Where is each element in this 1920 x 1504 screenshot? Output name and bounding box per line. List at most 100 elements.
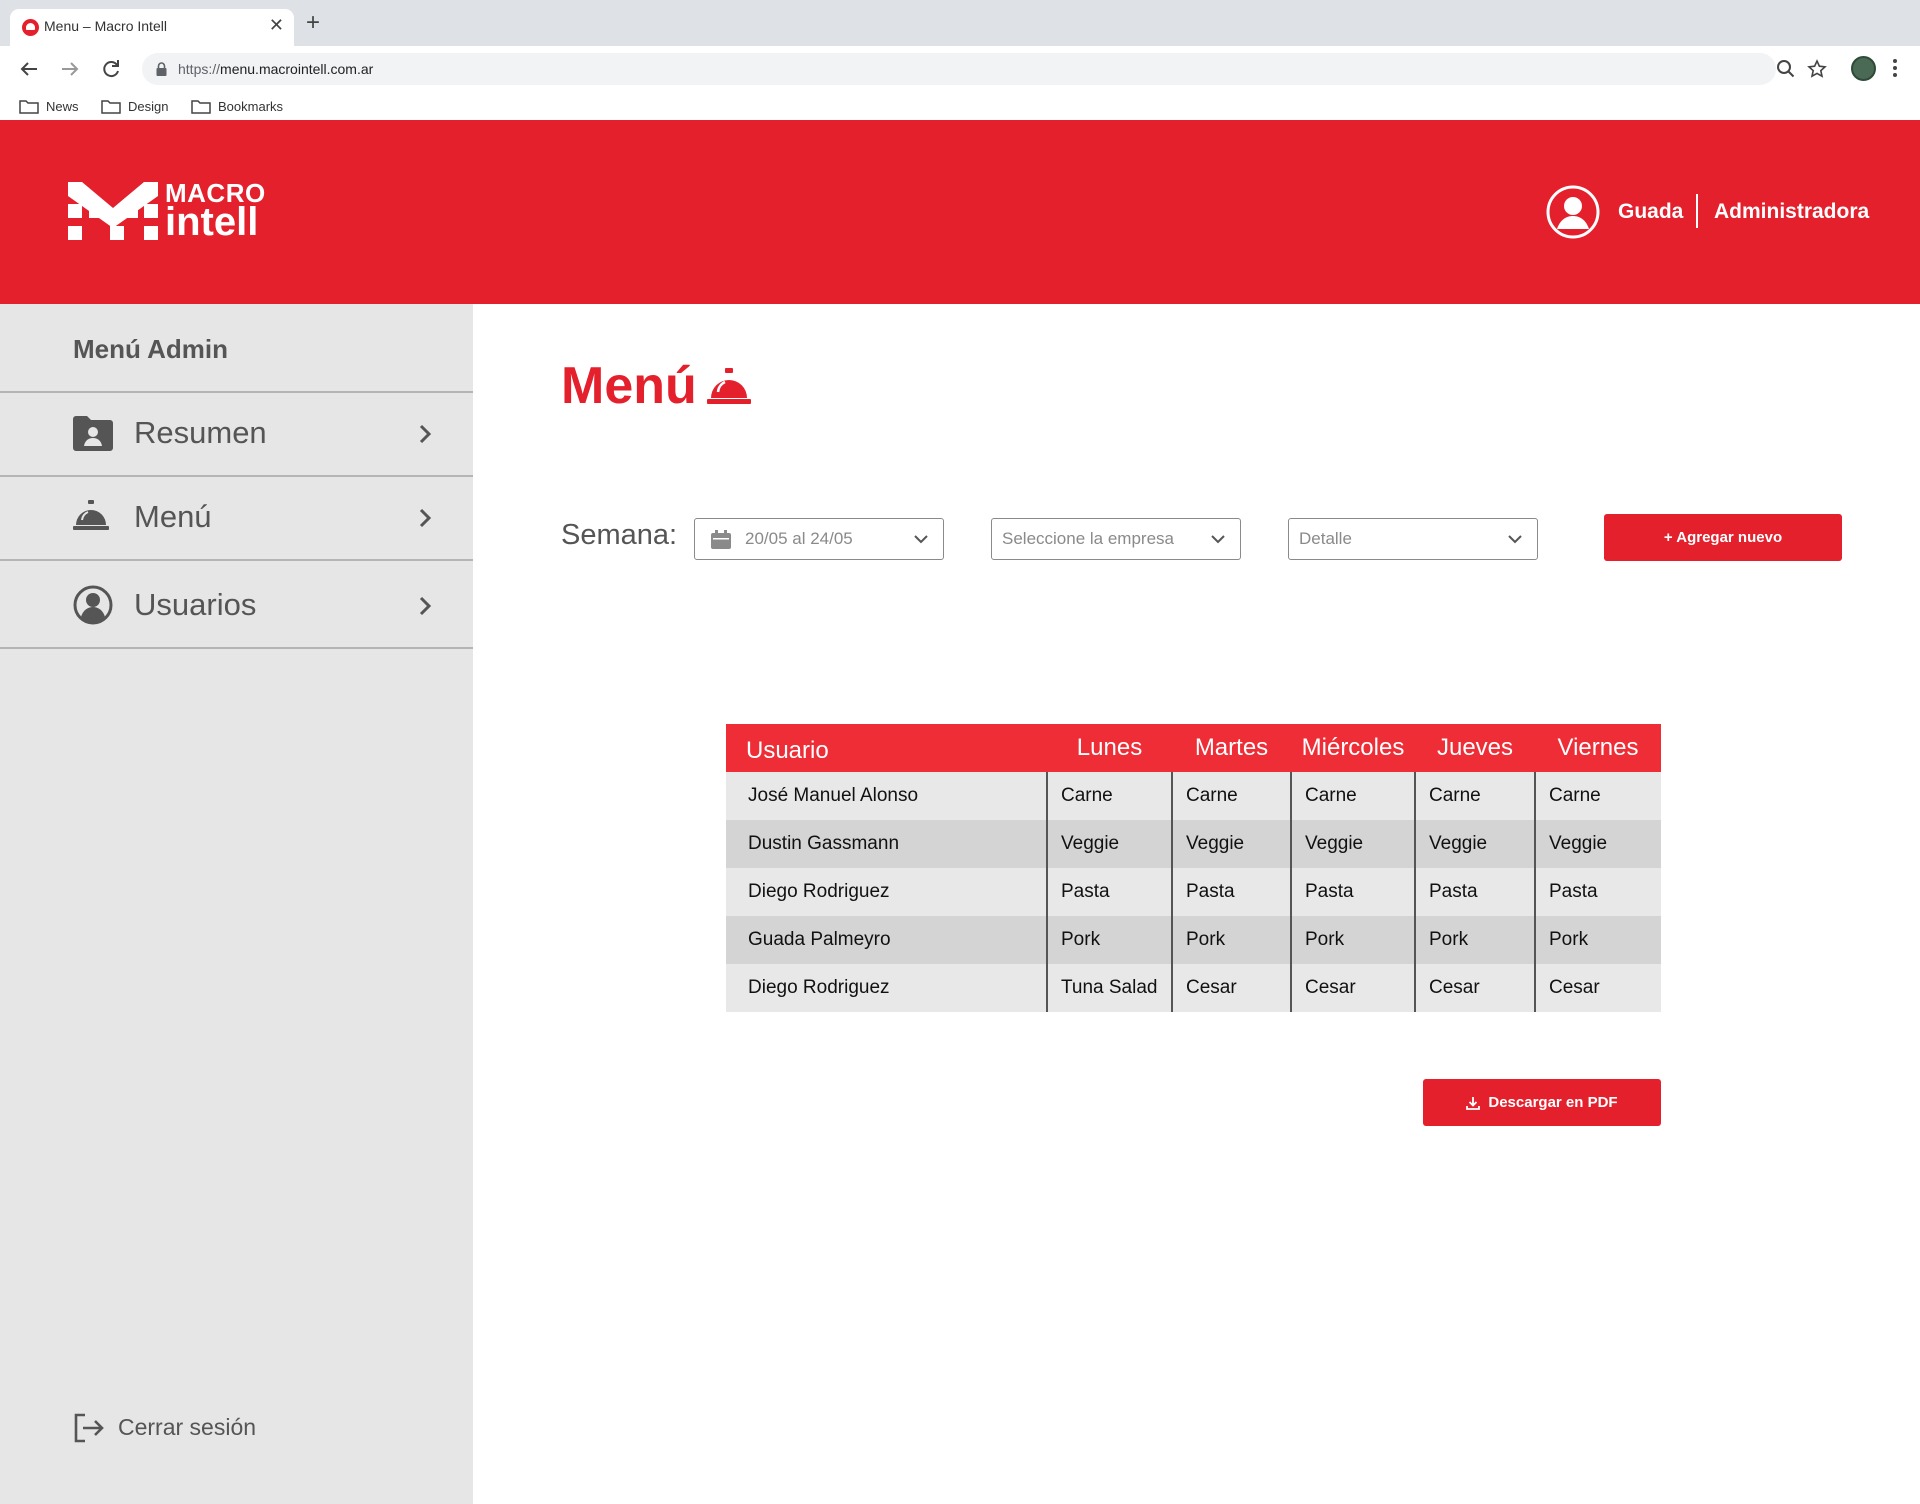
- table-row: José Manuel Alonso Carne Carne Carne Car…: [726, 772, 1661, 820]
- sidebar-item-label: Resumen: [134, 415, 267, 450]
- sidebar-item-label: Usuarios: [134, 587, 257, 622]
- calendar-icon: [711, 530, 731, 554]
- add-new-button[interactable]: + Agregar nuevo: [1604, 514, 1842, 561]
- browser-tab-bar: Menu – Macro Intell ✕ +: [0, 0, 1920, 46]
- user-avatar-icon[interactable]: [1546, 185, 1600, 244]
- column-header-viernes: Viernes: [1535, 724, 1661, 772]
- menu-table: Usuario Lunes Martes Miércoles Jueves Vi…: [726, 724, 1661, 1012]
- table-cell: Pasta: [1534, 868, 1661, 916]
- sidebar-item-menu[interactable]: Menú: [0, 477, 473, 559]
- table-cell: Cesar: [1290, 964, 1415, 1012]
- favicon-icon: [22, 19, 39, 36]
- table-cell: Carne: [1414, 772, 1535, 820]
- sidebar: Menú Admin Resumen Menú Usuarios Cerrar …: [0, 304, 473, 1504]
- table-cell: Diego Rodriguez: [726, 964, 1047, 1012]
- user-circle-icon: [73, 585, 113, 630]
- logout-label: Cerrar sesión: [118, 1414, 257, 1440]
- profile-avatar-icon[interactable]: [1851, 56, 1876, 81]
- table-cell: Veggie: [1046, 820, 1172, 868]
- column-header-martes: Martes: [1172, 724, 1291, 772]
- sidebar-title: Menú Admin: [73, 334, 229, 364]
- table-cell: Dustin Gassmann: [726, 820, 1047, 868]
- column-header-miercoles: Miércoles: [1291, 724, 1415, 772]
- user-role: Administradora: [1714, 200, 1870, 223]
- detail-select-placeholder: Detalle: [1299, 529, 1352, 548]
- bookmark-bookmarks[interactable]: Bookmarks: [191, 96, 283, 116]
- table-cell: Carne: [1171, 772, 1291, 820]
- table-cell: Cesar: [1414, 964, 1535, 1012]
- sidebar-item-resumen[interactable]: Resumen: [0, 393, 473, 475]
- table-row: Diego Rodriguez Pasta Pasta Pasta Pasta …: [726, 868, 1661, 916]
- detail-select[interactable]: Detalle: [1288, 518, 1538, 560]
- new-tab-icon[interactable]: +: [306, 11, 320, 35]
- star-icon[interactable]: [1807, 59, 1827, 84]
- service-bell-icon: [707, 367, 751, 410]
- table-row: Diego Rodriguez Tuna Salad Cesar Cesar C…: [726, 964, 1661, 1012]
- bookmark-news[interactable]: News: [19, 96, 79, 116]
- chevron-down-icon: [913, 532, 929, 550]
- table-cell: Cesar: [1534, 964, 1661, 1012]
- page-title: Menú: [561, 357, 697, 415]
- table-cell: Cesar: [1171, 964, 1291, 1012]
- table-row: Guada Palmeyro Pork Pork Pork Pork Pork: [726, 916, 1661, 964]
- app-header: MACRO intell Guada Administradora: [0, 120, 1920, 304]
- sidebar-item-label: Menú: [134, 499, 212, 534]
- service-bell-icon: [73, 499, 109, 536]
- folder-user-icon: [73, 415, 113, 456]
- column-header-usuario: Usuario: [726, 724, 1047, 772]
- reload-icon[interactable]: [96, 54, 126, 84]
- table-cell: Pork: [1414, 916, 1535, 964]
- table-cell: Diego Rodriguez: [726, 868, 1047, 916]
- user-divider: [1696, 194, 1698, 228]
- table-cell: Veggie: [1414, 820, 1535, 868]
- week-label: Semana:: [561, 519, 678, 551]
- more-menu-icon[interactable]: [1892, 58, 1898, 83]
- company-select[interactable]: Seleccione la empresa: [991, 518, 1241, 560]
- table-cell: Veggie: [1290, 820, 1415, 868]
- back-arrow-icon[interactable]: [14, 54, 44, 84]
- table-cell: Pasta: [1414, 868, 1535, 916]
- chevron-right-icon: [418, 595, 432, 622]
- table-row: Dustin Gassmann Veggie Veggie Veggie Veg…: [726, 820, 1661, 868]
- browser-tab[interactable]: Menu – Macro Intell ✕: [10, 9, 294, 46]
- table-cell: Pork: [1046, 916, 1172, 964]
- tab-title: Menu – Macro Intell: [44, 18, 167, 34]
- download-pdf-button[interactable]: Descargar en PDF: [1423, 1079, 1661, 1126]
- folder-icon: [19, 99, 39, 114]
- logo-text-intell: intell: [165, 200, 259, 244]
- chevron-right-icon: [418, 423, 432, 450]
- bookmarks-bar: News Design Bookmarks: [0, 92, 1920, 120]
- close-tab-icon[interactable]: ✕: [269, 15, 284, 35]
- forward-arrow-icon[interactable]: [55, 54, 85, 84]
- bookmark-design[interactable]: Design: [101, 96, 168, 116]
- address-bar[interactable]: https://menu.macrointell.com.ar: [142, 53, 1827, 85]
- table-cell: Tuna Salad: [1046, 964, 1172, 1012]
- table-cell: Veggie: [1171, 820, 1291, 868]
- sidebar-divider: [0, 647, 473, 649]
- chevron-down-icon: [1507, 532, 1523, 550]
- table-cell: Pork: [1534, 916, 1661, 964]
- browser-toolbar: https://menu.macrointell.com.ar: [0, 46, 1920, 92]
- user-name[interactable]: Guada: [1618, 200, 1683, 224]
- download-icon: [1466, 1096, 1481, 1110]
- table-cell: Pasta: [1290, 868, 1415, 916]
- table-cell: José Manuel Alonso: [726, 772, 1047, 820]
- table-cell: Guada Palmeyro: [726, 916, 1047, 964]
- column-header-lunes: Lunes: [1047, 724, 1172, 772]
- logo-mark-icon: [68, 182, 158, 246]
- table-cell: Carne: [1534, 772, 1661, 820]
- company-select-placeholder: Seleccione la empresa: [1002, 529, 1174, 548]
- sidebar-item-usuarios[interactable]: Usuarios: [0, 561, 473, 647]
- zoom-icon[interactable]: [1776, 59, 1796, 84]
- week-select[interactable]: 20/05 al 24/05: [694, 518, 944, 560]
- column-header-jueves: Jueves: [1415, 724, 1535, 772]
- table-cell: Pasta: [1046, 868, 1172, 916]
- table-cell: Pasta: [1171, 868, 1291, 916]
- table-cell: Carne: [1290, 772, 1415, 820]
- folder-icon: [191, 99, 211, 114]
- table-cell: Pork: [1290, 916, 1415, 964]
- logout-icon: [73, 1412, 105, 1449]
- table-cell: Pork: [1171, 916, 1291, 964]
- lock-icon: [156, 62, 167, 81]
- table-header-row: Usuario Lunes Martes Miércoles Jueves Vi…: [726, 724, 1661, 772]
